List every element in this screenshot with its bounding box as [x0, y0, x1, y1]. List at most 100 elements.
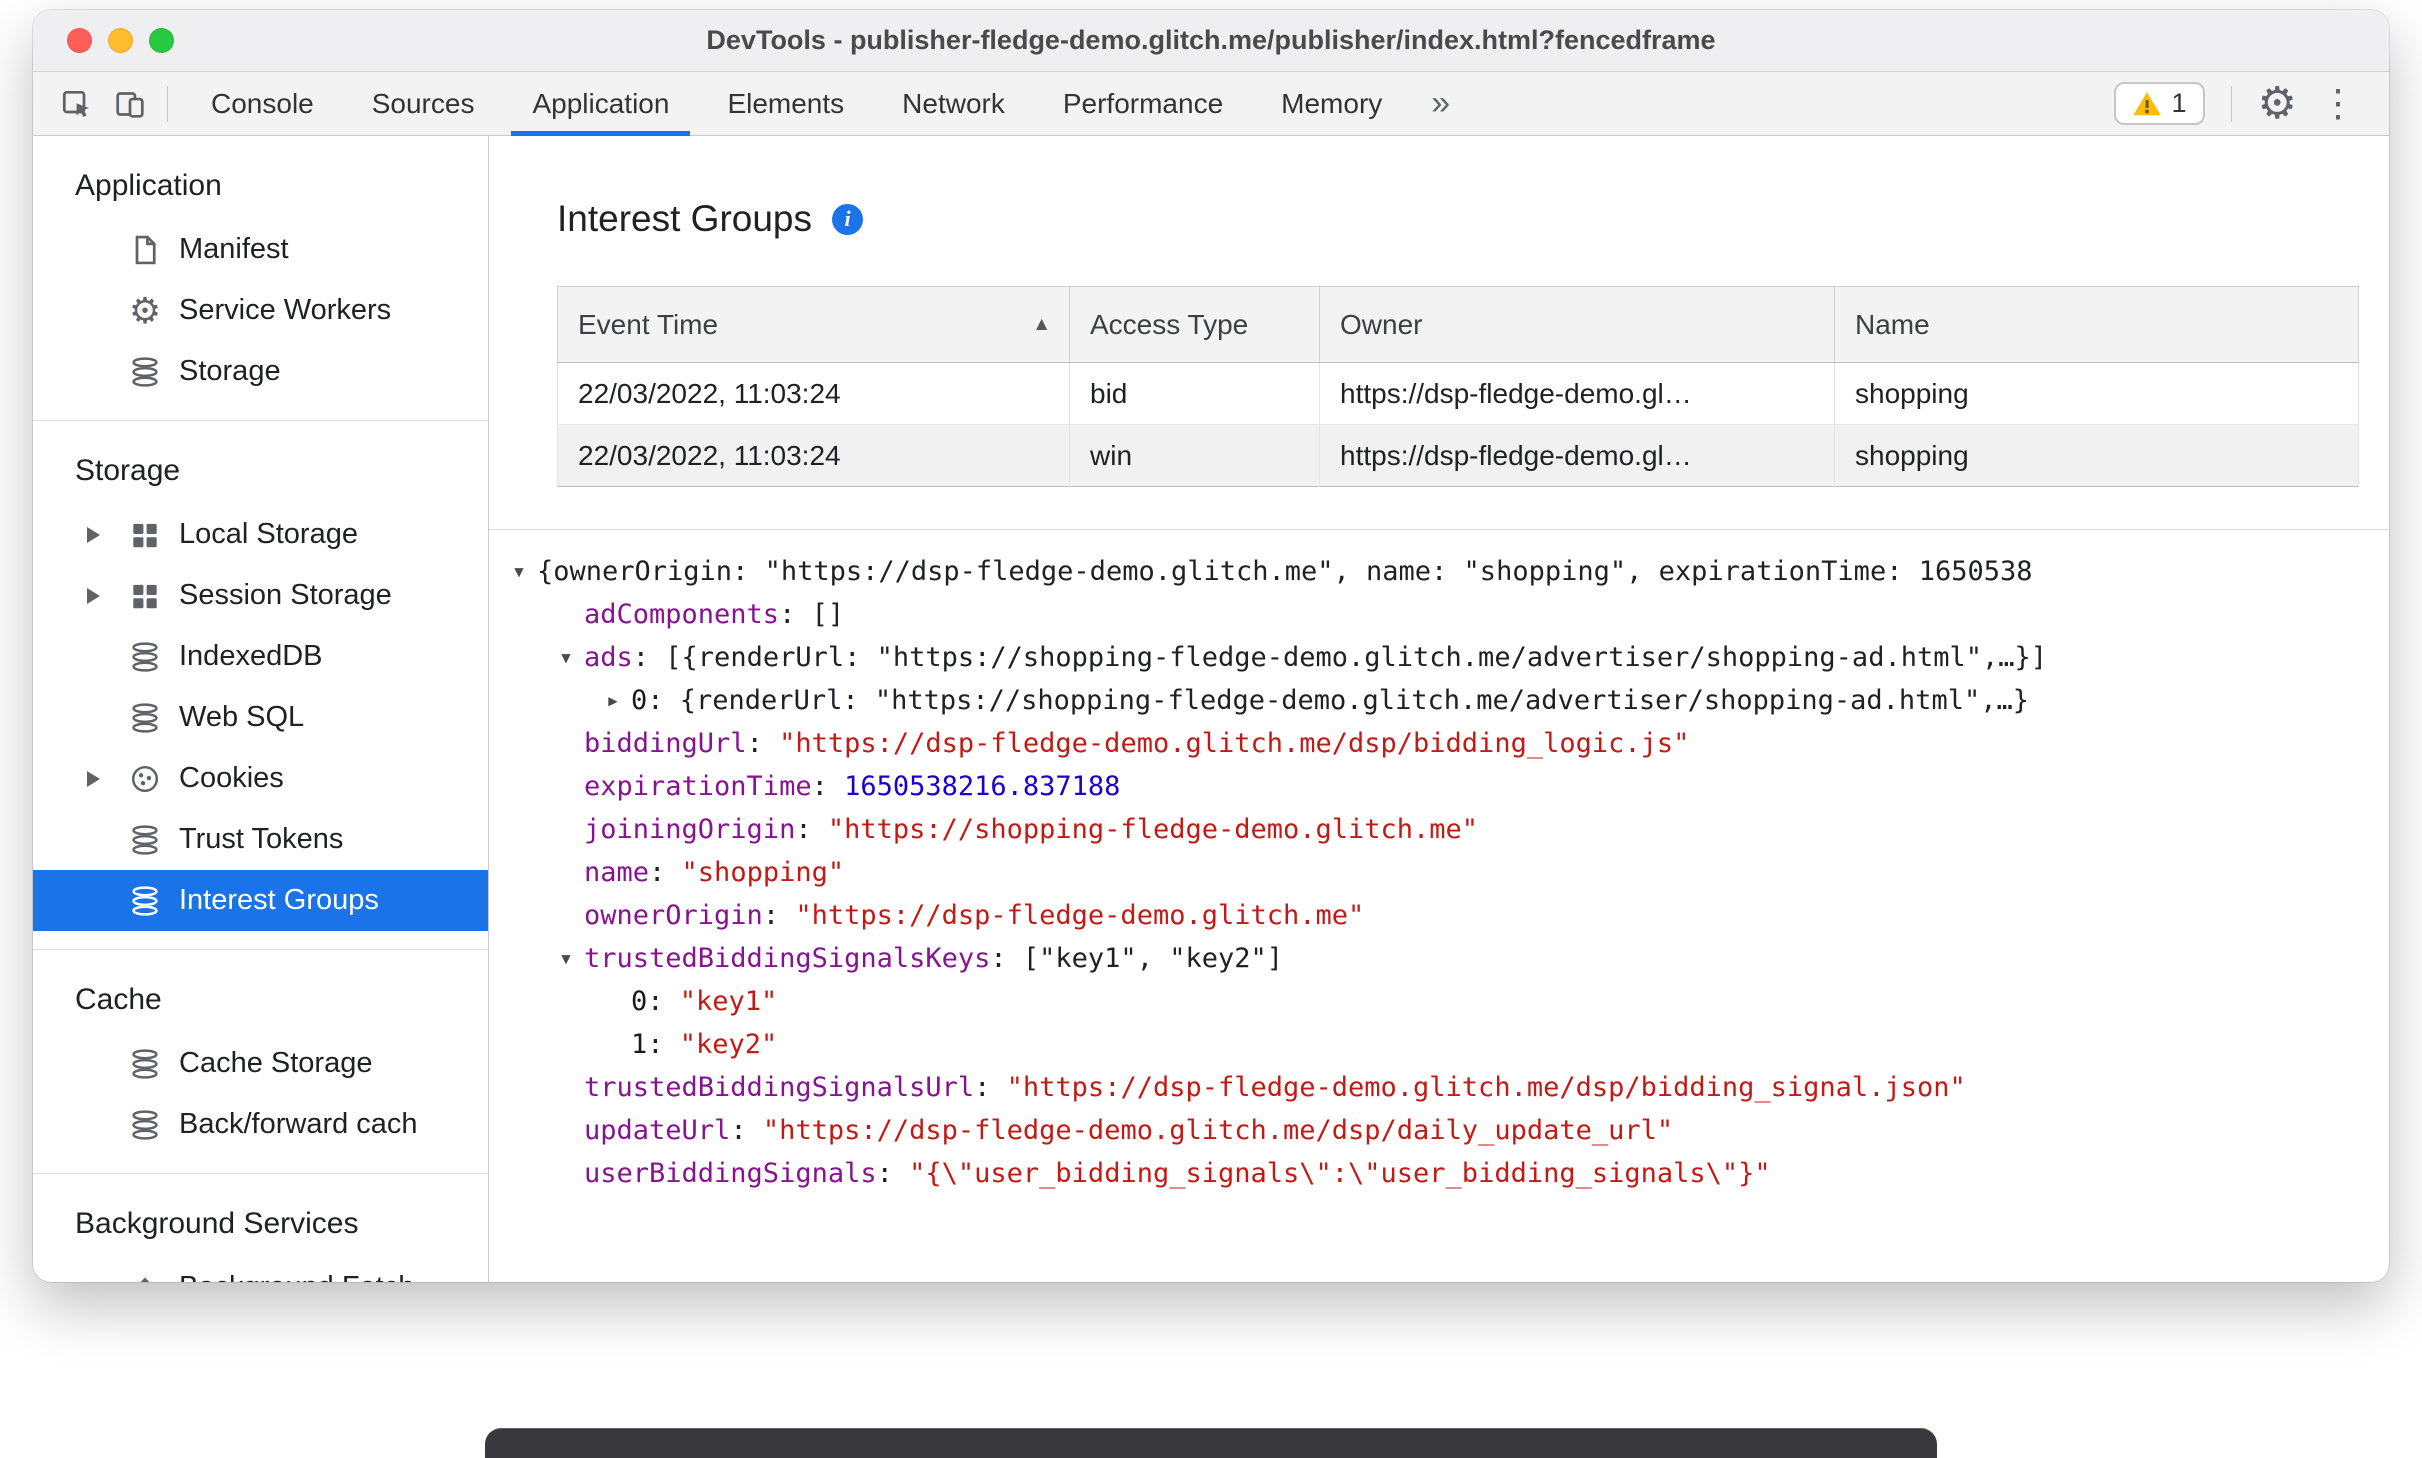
tree-row[interactable]: biddingUrl: "https://dsp-fledge-demo.gli…	[489, 722, 2389, 765]
sidebar-item-web-sql[interactable]: Web SQL	[33, 687, 488, 748]
sidebar-item-background-fetch[interactable]: Background Fetch	[33, 1257, 488, 1282]
tab-sources[interactable]: Sources	[343, 72, 504, 135]
tree-row[interactable]: adComponents: []	[489, 593, 2389, 636]
tree-row[interactable]: expirationTime: 1650538216.837188	[489, 765, 2389, 808]
column-header-event-time[interactable]: Event Time ▲	[557, 286, 1070, 363]
cell-access-type: win	[1069, 424, 1320, 487]
sidebar-item-trust-tokens[interactable]: Trust Tokens	[33, 809, 488, 870]
json-token-index: 1	[631, 1029, 648, 1060]
device-toolbar-button[interactable]	[103, 77, 157, 131]
minimize-button[interactable]	[108, 28, 133, 53]
sidebar-item-cache-storage[interactable]: Cache Storage	[33, 1033, 488, 1094]
sidebar-item-cookies[interactable]: Cookies	[33, 748, 488, 809]
sidebar-section-cache: Cache Cache Storage Back/forward cach	[33, 949, 488, 1173]
tree-row[interactable]: ▾ trustedBiddingSignalsKeys: ["key1", "ke…	[489, 937, 2389, 980]
sidebar-item-interest-groups[interactable]: Interest Groups	[33, 870, 488, 931]
table-row[interactable]: 22/03/2022, 11:03:24 bid https://dsp-fledg…	[557, 362, 2359, 425]
tree-row[interactable]: name: "shopping"	[489, 851, 2389, 894]
json-token-plain: : ["key1", "key2"]	[990, 943, 1283, 974]
sidebar-item-label: Interest Groups	[179, 884, 379, 916]
tab-network[interactable]: Network	[873, 72, 1034, 135]
tree-row[interactable]: ▸ 0: {renderUrl: "https://shopping-fledge…	[489, 679, 2389, 722]
expand-arrow-icon[interactable]	[87, 527, 127, 543]
gear-icon: ⚙︎	[128, 289, 162, 331]
tree-row[interactable]: 1: "key2"	[489, 1023, 2389, 1066]
traffic-lights	[67, 28, 174, 53]
column-header-name[interactable]: Name	[1834, 286, 2359, 363]
tree-row[interactable]: ▾ {ownerOrigin: "https://dsp-fledge-demo.…	[489, 550, 2389, 593]
expand-arrow-icon[interactable]: ▸	[597, 679, 629, 722]
tree-row[interactable]: joiningOrigin: "https://shopping-fledge-…	[489, 808, 2389, 851]
expand-arrow-icon[interactable]	[87, 588, 127, 604]
json-token-string: "https://dsp-fledge-demo.glitch.me/dsp/b…	[779, 728, 1690, 759]
sidebar-item-storage[interactable]: Storage	[33, 341, 488, 402]
cookie-icon	[127, 761, 163, 797]
column-header-access-type[interactable]: Access Type	[1069, 286, 1320, 363]
kebab-menu-icon[interactable]: ⋮	[2313, 85, 2363, 123]
json-tree: ▾ {ownerOrigin: "https://dsp-fledge-demo.…	[489, 529, 2389, 1282]
sidebar-section-background-services: Background Services Background Fetch	[33, 1173, 488, 1282]
collapse-arrow-icon[interactable]: ▾	[550, 937, 582, 980]
sidebar-item-label: Trust Tokens	[179, 823, 344, 855]
section-header: Application	[75, 169, 222, 202]
sidebar-item-label: Background Fetch	[179, 1271, 414, 1282]
expand-arrow-icon[interactable]	[87, 771, 127, 787]
sidebar-item-back-forward-cach[interactable]: Back/forward cach	[33, 1094, 488, 1155]
tree-row[interactable]: updateUrl: "https://dsp-fledge-demo.glit…	[489, 1109, 2389, 1152]
json-token-index: 0	[631, 685, 648, 716]
json-token-key: trustedBiddingSignalsUrl	[584, 1072, 975, 1103]
sidebar-item-session-storage[interactable]: Session Storage	[33, 565, 488, 626]
cell-owner: https://dsp-fledge-demo.gl…	[1319, 424, 1835, 487]
sidebar-item-service-workers[interactable]: ⚙︎ Service Workers	[33, 280, 488, 341]
tree-row[interactable]: ▾ ads: [{renderUrl: "https://shopping-fle…	[489, 636, 2389, 679]
tab-memory[interactable]: Memory	[1252, 72, 1411, 135]
tree-row[interactable]: trustedBiddingSignalsUrl: "https://dsp-f…	[489, 1066, 2389, 1109]
cell-owner: https://dsp-fledge-demo.gl…	[1319, 362, 1835, 425]
json-token-key: name	[584, 857, 650, 888]
json-token-plain: {ownerOrigin: "https://dsp-fledge-demo.g…	[537, 556, 2033, 587]
sidebar-item-local-storage[interactable]: Local Storage	[33, 504, 488, 565]
collapse-arrow-icon[interactable]: ▾	[503, 550, 535, 593]
sidebar-item-label: Storage	[179, 355, 281, 387]
main-panel: Interest Groups i Event Time ▲ Access Type…	[489, 136, 2389, 1282]
sidebar-section-application: Application Manifest ⚙︎ Service Workers Stor…	[33, 136, 488, 420]
tree-row[interactable]: ownerOrigin: "https://dsp-fledge-demo.gl…	[489, 894, 2389, 937]
issues-badge[interactable]: 1	[2113, 82, 2205, 125]
warning-count: 1	[2171, 88, 2187, 118]
sidebar-item-manifest[interactable]: Manifest	[33, 219, 488, 280]
cell-name: shopping	[1834, 362, 2359, 425]
database-icon	[127, 1107, 163, 1143]
column-header-owner[interactable]: Owner	[1319, 286, 1835, 363]
warning-triangle-icon	[2132, 89, 2162, 119]
more-tabs-button[interactable]: »	[1411, 84, 1470, 123]
zoom-button[interactable]	[149, 28, 174, 53]
tree-row[interactable]: 0: "key1"	[489, 980, 2389, 1023]
sort-ascending-icon: ▲	[1032, 313, 1051, 335]
json-token-plain: :	[647, 1029, 680, 1060]
json-token-string: "https://shopping-fledge-demo.glitch.me"	[827, 814, 1479, 845]
toolbar-separator	[167, 85, 168, 122]
collapse-arrow-icon[interactable]: ▾	[550, 636, 582, 679]
settings-gear-icon[interactable]: ⚙	[2258, 81, 2297, 126]
database-icon	[127, 1046, 163, 1082]
tree-row[interactable]: userBiddingSignals: "{\"user_bidding_sig…	[489, 1152, 2389, 1195]
tab-elements[interactable]: Elements	[698, 72, 873, 135]
sidebar-item-indexeddb[interactable]: IndexedDB	[33, 626, 488, 687]
json-token-plain: :	[811, 771, 845, 802]
sidebar-item-label: Back/forward cach	[179, 1108, 418, 1140]
json-token-plain: : {renderUrl: "https://shopping-fledge-d…	[647, 685, 2029, 716]
database-icon	[127, 639, 163, 675]
table-row[interactable]: 22/03/2022, 11:03:24 win https://dsp-fledg…	[557, 424, 2359, 487]
info-icon[interactable]: i	[832, 203, 864, 235]
inspect-element-button[interactable]	[49, 77, 103, 131]
column-label: Event Time	[578, 308, 719, 340]
json-token-plain: :	[762, 900, 796, 931]
json-token-string: "https://dsp-fledge-demo.glitch.me/dsp/d…	[762, 1115, 1674, 1146]
grid-icon	[127, 578, 163, 614]
tab-application[interactable]: Application	[503, 72, 698, 136]
sidebar-item-label: Local Storage	[179, 518, 358, 550]
tab-performance[interactable]: Performance	[1034, 72, 1252, 135]
close-button[interactable]	[67, 28, 92, 53]
column-label: Name	[1855, 308, 1930, 340]
tab-console[interactable]: Console	[182, 72, 343, 135]
